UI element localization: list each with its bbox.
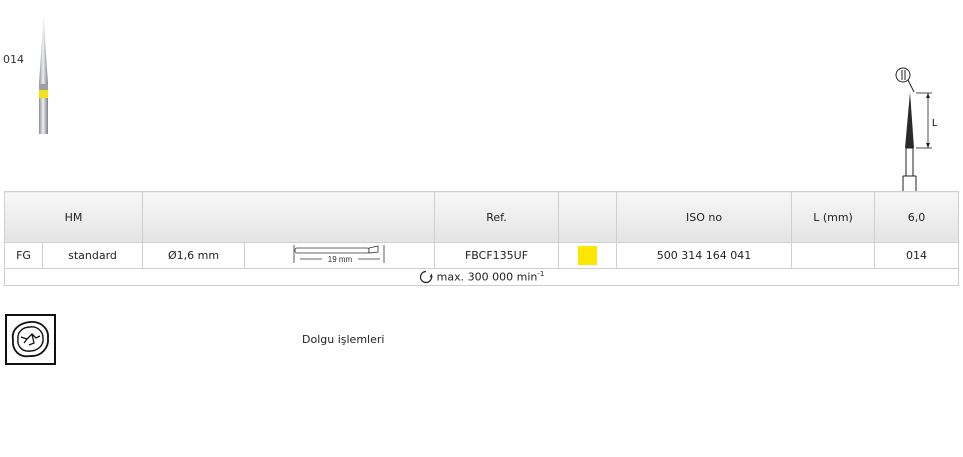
speed-unit-sup: -1 [537,269,545,278]
shank-length-icon: 19 mm [293,245,384,264]
header-color [558,191,618,243]
header-iso: ISO no [616,191,793,243]
spec-table: HM Ref. ISO no L (mm) 6,0 FG standard Ø1… [3,191,960,286]
color-swatch [578,246,598,265]
filling-icon [5,314,56,365]
header-length: L (mm) [791,191,876,243]
header-length-value: 6,0 [874,191,960,243]
cell-shank-drawing: 19 mm [244,242,436,269]
cell-size: 014 [874,242,960,269]
speed-text: max. 300 000 min [436,270,538,284]
size-label: 014 [3,53,24,66]
table-row: FG standard Ø1,6 mm 19 mm FBCF135UF 500 … [4,242,960,269]
cell-diameter: Ø1,6 mm [142,242,246,269]
cell-shank: FG [4,242,43,269]
cell-type: standard [41,242,144,269]
speed-cell: max. 300 000 min-1 [3,268,960,286]
table-header-row: HM Ref. ISO no L (mm) 6,0 [3,191,960,243]
application-label: Dolgu işlemleri [302,333,385,346]
header-blank [142,191,436,243]
header-ref: Ref. [434,191,560,243]
shank-length-label: 19 mm [327,255,352,264]
bur-dimension-diagram: L [895,67,938,191]
speed-row: max. 300 000 min-1 [3,268,960,286]
dimension-L-label: L [932,118,938,129]
cell-length [791,242,876,269]
cell-ref: FBCF135UF [434,242,560,269]
header-material: HM [3,191,144,243]
cell-color [558,242,618,269]
bur-image [39,16,48,134]
rotation-icon [419,271,433,284]
cell-iso: 500 314 164 041 [616,242,793,269]
